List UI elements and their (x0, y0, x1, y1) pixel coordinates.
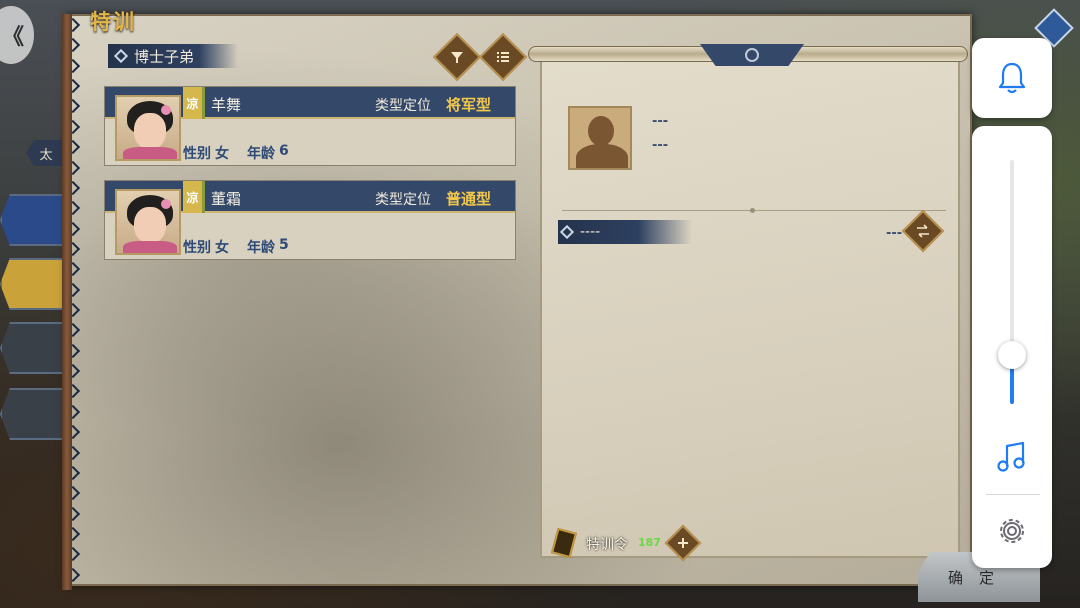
type-value: 将军型 (445, 96, 491, 114)
age-label: 年龄 (247, 146, 275, 162)
plus-icon (678, 538, 688, 548)
scroll-emblem (700, 44, 804, 66)
age-value: 6 (279, 143, 289, 159)
gender-value: 女 (215, 146, 229, 162)
character-name: 羊舞 (211, 96, 242, 114)
page-title: 特训 (90, 9, 136, 34)
volume-slider-knob[interactable] (998, 341, 1026, 370)
back-chevron-icon: 《 (1, 25, 24, 50)
type-value: 普通型 (445, 190, 491, 208)
diamond-icon (113, 48, 129, 64)
detail-line-2: --- (652, 138, 669, 153)
side-tab-1[interactable] (0, 194, 66, 246)
roster-card[interactable]: 凉 董霜 类型定位 普通型 性别 女 年龄 5 (104, 180, 516, 260)
detail-bar-label: ---- (580, 224, 601, 240)
gender-label: 性别 (183, 240, 211, 256)
gear-icon[interactable] (995, 514, 1029, 548)
type-label: 类型定位 (375, 192, 431, 208)
region-badge: 凉 (183, 181, 205, 213)
detail-bar-value: --- (886, 226, 903, 241)
filter-icon (451, 52, 463, 63)
gender-label: 性别 (183, 146, 211, 162)
character-portrait (115, 189, 181, 255)
age-label: 年龄 (247, 240, 275, 256)
music-note-icon[interactable] (996, 440, 1028, 474)
side-tab-3[interactable] (0, 322, 66, 374)
character-portrait (115, 95, 181, 161)
gender-value: 女 (215, 240, 229, 256)
list-icon (497, 52, 509, 62)
overlay-separator (986, 494, 1040, 495)
bell-icon (998, 62, 1026, 94)
detail-line-1: --- (652, 114, 669, 129)
notification-card[interactable] (972, 38, 1052, 118)
diamond-icon (559, 224, 575, 240)
side-tab-4[interactable] (0, 388, 66, 440)
region-badge: 凉 (183, 87, 205, 119)
divider-dot (750, 208, 755, 213)
roster-card[interactable]: 凉 羊舞 类型定位 将军型 性别 女 年龄 6 (104, 86, 516, 166)
training-token-label: 特训令 (586, 537, 628, 553)
training-token-count: 187 (638, 536, 661, 549)
side-category-label: 太 (26, 140, 66, 166)
empty-portrait (568, 106, 632, 170)
character-info: 性别 女 年龄 5 (183, 237, 289, 257)
binding-chain (65, 17, 82, 582)
emblem-icon (745, 48, 759, 62)
side-tab-2[interactable] (0, 258, 66, 310)
character-info: 性别 女 年龄 6 (183, 143, 289, 163)
section-tag-label: 博士子弟 (134, 47, 195, 66)
detail-bar-tag: ---- (558, 220, 692, 244)
age-value: 5 (279, 237, 289, 253)
character-name: 董霜 (211, 190, 242, 208)
section-tag: 博士子弟 (108, 44, 238, 68)
type-label: 类型定位 (375, 98, 431, 114)
swap-icon (917, 224, 929, 238)
